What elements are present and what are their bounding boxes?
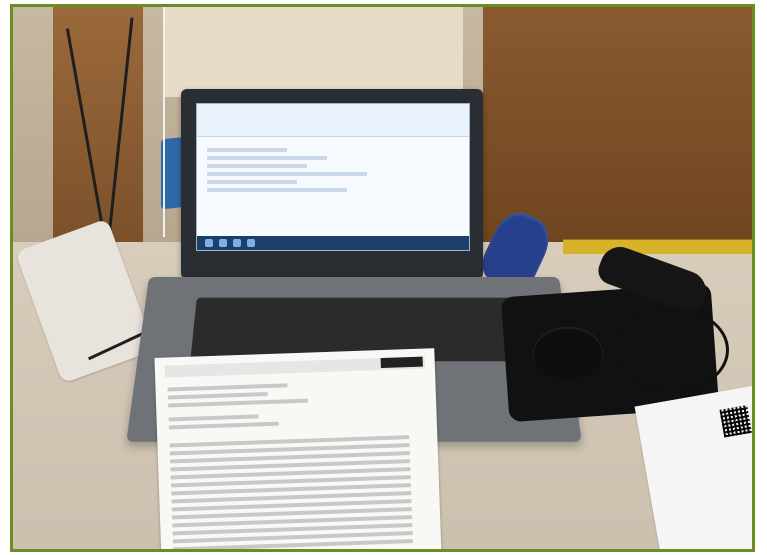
taskbar-app-icon — [233, 239, 241, 247]
taskbar-app-icon — [247, 239, 255, 247]
windows-taskbar — [197, 236, 469, 250]
qr-code — [719, 405, 752, 438]
receipt-badge — [380, 356, 423, 369]
scanner-cable — [613, 307, 729, 393]
ruler — [563, 239, 752, 254]
receipt-line — [168, 414, 259, 422]
receipt-paper — [154, 348, 442, 549]
form-field — [207, 164, 307, 168]
app-ribbon — [197, 104, 469, 137]
receipt-line — [168, 398, 309, 408]
photo-frame — [10, 4, 755, 552]
form-field — [207, 148, 287, 152]
receipt-line — [167, 383, 288, 392]
laptop-lid — [181, 89, 483, 279]
form-field — [207, 156, 327, 160]
computer-mouse — [533, 327, 603, 379]
form-field — [207, 188, 347, 192]
taskbar-app-icon — [219, 239, 227, 247]
form-field — [207, 172, 367, 176]
receipt-line — [167, 392, 268, 400]
wood-panel-right — [483, 7, 752, 242]
receipt-line — [168, 421, 279, 430]
start-icon — [205, 239, 213, 247]
wall-panel — [163, 7, 463, 97]
white-cable — [163, 7, 165, 237]
form-field — [207, 180, 297, 184]
laptop-screen — [196, 103, 470, 251]
